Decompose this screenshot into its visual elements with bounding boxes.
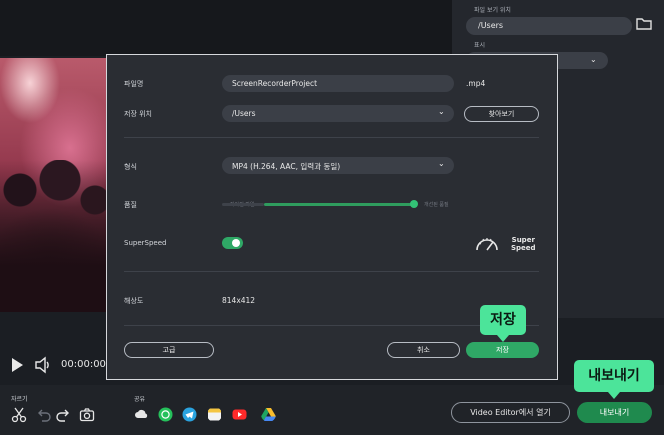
cancel-button[interactable]: 취소 <box>387 342 460 358</box>
superspeed-badge-line1: Super <box>511 236 535 244</box>
telegram-icon[interactable] <box>182 407 197 422</box>
open-in-video-editor-button[interactable]: Video Editor에서 열기 <box>451 402 570 423</box>
camera-icon[interactable] <box>79 407 95 423</box>
youtube-icon[interactable] <box>232 407 247 422</box>
notes-icon[interactable] <box>207 407 222 422</box>
superspeed-badge-line2: Speed <box>511 244 536 252</box>
undo-icon[interactable] <box>36 407 52 423</box>
display-label: 표시 <box>474 42 486 49</box>
playback-time: 00:00:00 <box>61 359 106 370</box>
export-callout-pointer <box>608 392 620 399</box>
resolution-label: 해상도 <box>124 297 144 305</box>
resolution-value: 814x412 <box>222 296 256 305</box>
divider <box>124 325 539 326</box>
folder-location-value: /Users <box>478 21 504 30</box>
save-location-select[interactable] <box>222 105 454 122</box>
speedometer-icon <box>476 238 498 251</box>
top-bar <box>0 0 452 56</box>
quality-slider-thumb[interactable] <box>410 200 418 208</box>
video-preview-shadow <box>0 160 106 312</box>
divider <box>124 271 539 272</box>
quality-slider-rail <box>222 203 264 206</box>
chevron-down-icon: ⌄ <box>590 55 597 64</box>
volume-icon[interactable] <box>34 356 52 374</box>
quality-label: 품질 <box>124 201 137 209</box>
folder-location-label: 파일 보기 위치 <box>474 7 511 14</box>
share-label: 공유 <box>134 396 146 403</box>
save-location-label: 저장 위치 <box>124 110 152 118</box>
format-value: MP4 (H.264, AAC, 입력과 동일) <box>232 162 341 171</box>
chevron-down-icon: ⌄ <box>438 107 445 116</box>
redo-icon[interactable] <box>55 407 71 423</box>
export-callout: 내보내기 <box>574 360 654 392</box>
file-extension: .mp4 <box>466 79 486 88</box>
filename-value: ScreenRecorderProject <box>232 79 318 88</box>
superspeed-toggle-knob <box>232 239 240 247</box>
filename-label: 파일명 <box>124 80 144 88</box>
chevron-down-icon: ⌄ <box>438 159 445 168</box>
folder-open-icon[interactable] <box>636 16 652 30</box>
save-button[interactable]: 저장 <box>466 342 539 358</box>
quality-slider-track[interactable] <box>264 203 415 206</box>
scissors-icon[interactable] <box>11 407 27 423</box>
format-label: 형식 <box>124 163 137 171</box>
divider <box>124 137 539 138</box>
browse-button[interactable]: 찾아보기 <box>464 106 539 122</box>
trim-label: 자르기 <box>11 396 28 403</box>
advanced-button[interactable]: 고급 <box>124 342 214 358</box>
google-drive-icon[interactable] <box>261 407 276 422</box>
export-button[interactable]: 내보내기 <box>577 402 652 423</box>
save-callout: 저장 <box>480 305 526 335</box>
superspeed-label: SuperSpeed <box>124 239 167 247</box>
play-icon[interactable] <box>12 358 23 372</box>
superspeed-badge: Super Speed <box>511 236 536 252</box>
quality-max-label: 개선된 품질 <box>424 202 449 208</box>
cloud-icon[interactable] <box>134 407 149 422</box>
save-location-value: /Users <box>232 109 256 118</box>
save-callout-pointer <box>497 335 509 342</box>
whatsapp-icon[interactable] <box>158 407 173 422</box>
